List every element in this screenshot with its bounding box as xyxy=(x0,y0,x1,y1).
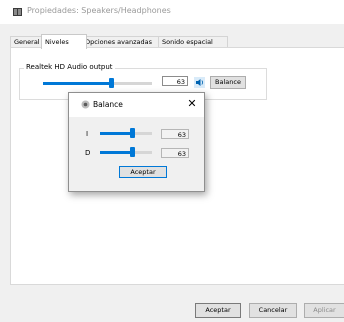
balance-button[interactable]: Balance xyxy=(210,76,246,89)
title-bar: Propiedades: Speakers/Headphones xyxy=(0,0,344,24)
left-balance-value: 63 xyxy=(161,129,189,139)
left-balance-thumb[interactable] xyxy=(130,128,136,138)
volume-slider-fill xyxy=(43,82,112,85)
tab-niveles[interactable]: Niveles xyxy=(41,34,87,49)
right-balance-thumb[interactable] xyxy=(130,147,136,157)
close-icon[interactable]: ✕ xyxy=(185,97,199,111)
right-balance-fill xyxy=(100,151,133,154)
balance-speaker-icon xyxy=(81,100,90,109)
ok-button[interactable]: Aceptar xyxy=(195,303,241,318)
balance-ok-button[interactable]: Aceptar xyxy=(119,166,167,178)
output-group-label: Realtek HD Audio output xyxy=(24,63,115,71)
right-balance-value: 63 xyxy=(161,148,189,158)
speaker-properties-icon xyxy=(13,8,22,16)
left-channel-label: I xyxy=(86,130,89,138)
right-balance-track[interactable] xyxy=(100,151,152,154)
volume-value-field[interactable]: 63 xyxy=(162,76,188,86)
window-title: Propiedades: Speakers/Headphones xyxy=(27,6,171,15)
volume-slider-track[interactable] xyxy=(43,82,152,85)
right-channel-label: D xyxy=(85,149,91,157)
speaker-icon[interactable] xyxy=(194,77,205,88)
volume-slider-thumb[interactable] xyxy=(109,78,115,88)
left-balance-track[interactable] xyxy=(100,132,152,135)
balance-dialog: Balance ✕ I 63 D 63 Aceptar xyxy=(68,92,205,192)
balance-dialog-title: Balance xyxy=(93,100,123,109)
apply-button[interactable]: Aplicar xyxy=(304,303,344,318)
balance-title-bar: Balance ✕ xyxy=(69,93,204,117)
cancel-button[interactable]: Cancelar xyxy=(249,303,297,318)
left-balance-fill xyxy=(100,132,133,135)
